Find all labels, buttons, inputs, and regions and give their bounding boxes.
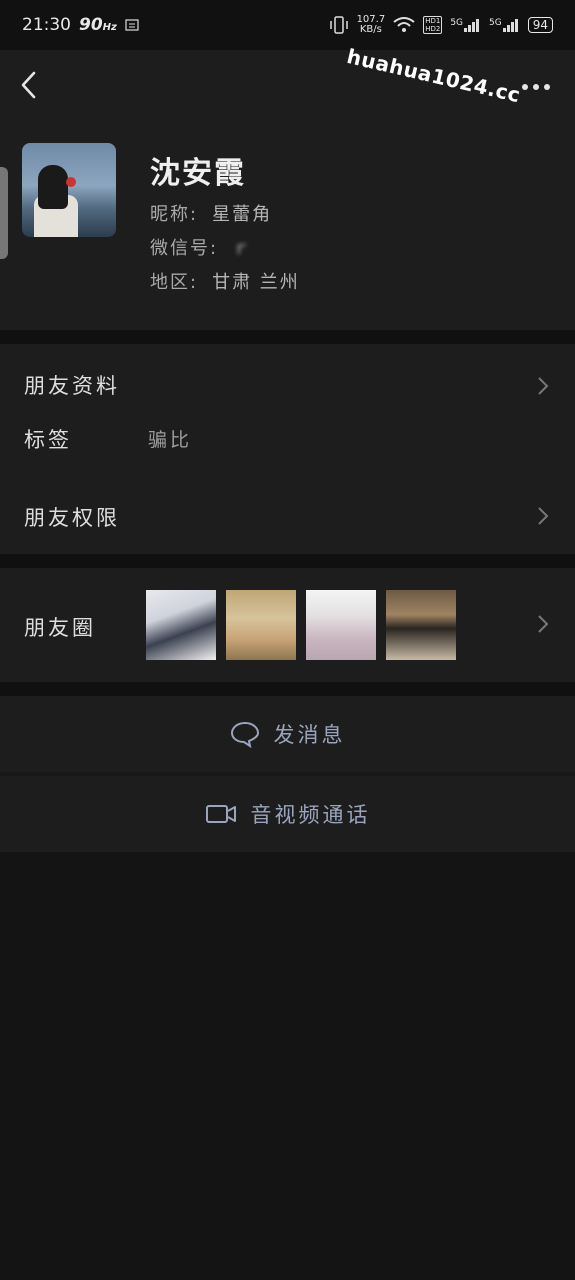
- nickname-line: 昵称: 星蕾角: [150, 200, 272, 226]
- status-bar: 21:30 90Hz 107.7 KB/s HD1 HD2 5G 5G 94: [0, 0, 575, 50]
- friend-permissions-label: 朋友权限: [24, 506, 120, 530]
- region-line: 地区: 甘肃 兰州: [150, 268, 300, 294]
- wechat-id-value: ｒ: [232, 238, 253, 259]
- net-speed: 107.7 KB/s: [357, 15, 386, 35]
- moments-thumbnail[interactable]: [226, 590, 296, 660]
- signal-1-icon: 5G: [450, 18, 481, 32]
- nickname-value: 星蕾角: [212, 204, 273, 225]
- hd-badge: HD1 HD2: [423, 16, 443, 34]
- info-section: 朋友资料 标签 骗比 朋友权限: [0, 344, 575, 554]
- video-call-button[interactable]: 音视频通话: [0, 776, 575, 852]
- chevron-right-icon: [538, 377, 549, 395]
- signal-2-label: 5G: [489, 18, 502, 28]
- chevron-right-icon: [538, 507, 549, 525]
- moments-thumbnail[interactable]: [386, 590, 456, 660]
- tag-label: 标签: [24, 428, 72, 452]
- more-options-button[interactable]: [521, 78, 551, 90]
- divider: [0, 682, 575, 696]
- send-message-label: 发消息: [273, 723, 346, 747]
- wechat-id-line: 微信号: ｒ: [150, 234, 252, 260]
- moments-label: 朋友圈: [24, 616, 96, 640]
- back-arrow-icon: [21, 71, 36, 99]
- profile-card: 沈安霞 昵称: 星蕾角 微信号: ｒ 地区: 甘肃 兰州: [0, 120, 575, 330]
- tag-row[interactable]: 标签 骗比: [0, 408, 575, 468]
- wechat-id-label: 微信号:: [150, 238, 219, 259]
- friend-info-label: 朋友资料: [24, 374, 120, 398]
- chevron-right-icon: [538, 615, 549, 633]
- moments-thumbnail[interactable]: [146, 590, 216, 660]
- battery-indicator: 94: [527, 17, 553, 33]
- friend-info-row[interactable]: 朋友资料: [0, 350, 575, 410]
- send-message-button[interactable]: 发消息: [0, 696, 575, 772]
- video-camera-icon: [205, 805, 236, 823]
- sim-card-icon: [125, 19, 139, 31]
- net-speed-unit: KB/s: [359, 24, 382, 35]
- tag-value: 骗比: [148, 429, 193, 451]
- edge-handle[interactable]: [0, 167, 8, 259]
- refresh-rate-unit: Hz: [102, 22, 117, 33]
- moments-thumbnail[interactable]: [306, 590, 376, 660]
- region-value: 甘肃 兰州: [212, 272, 300, 293]
- status-time: 21:30: [22, 15, 71, 35]
- chat-bubble-icon: [230, 721, 259, 748]
- divider: [0, 330, 575, 344]
- hd-label-2: HD2: [425, 25, 441, 33]
- hd-label-1: HD1: [425, 17, 441, 25]
- region-label: 地区:: [150, 272, 199, 293]
- more-dots-icon: [522, 84, 550, 90]
- refresh-rate-value: 90: [79, 15, 103, 35]
- nickname-label: 昵称:: [150, 204, 199, 225]
- divider: [0, 554, 575, 568]
- avatar[interactable]: [22, 143, 116, 237]
- signal-2-icon: 5G: [489, 18, 520, 32]
- friend-permissions-row[interactable]: 朋友权限: [0, 486, 575, 546]
- signal-1-label: 5G: [450, 18, 464, 28]
- refresh-rate: 90Hz: [79, 15, 117, 35]
- back-button[interactable]: [16, 68, 44, 102]
- contact-name: 沈安霞: [150, 156, 246, 191]
- vibrate-icon: [329, 16, 349, 34]
- video-call-label: 音视频通话: [250, 803, 371, 827]
- wifi-icon: [393, 17, 415, 33]
